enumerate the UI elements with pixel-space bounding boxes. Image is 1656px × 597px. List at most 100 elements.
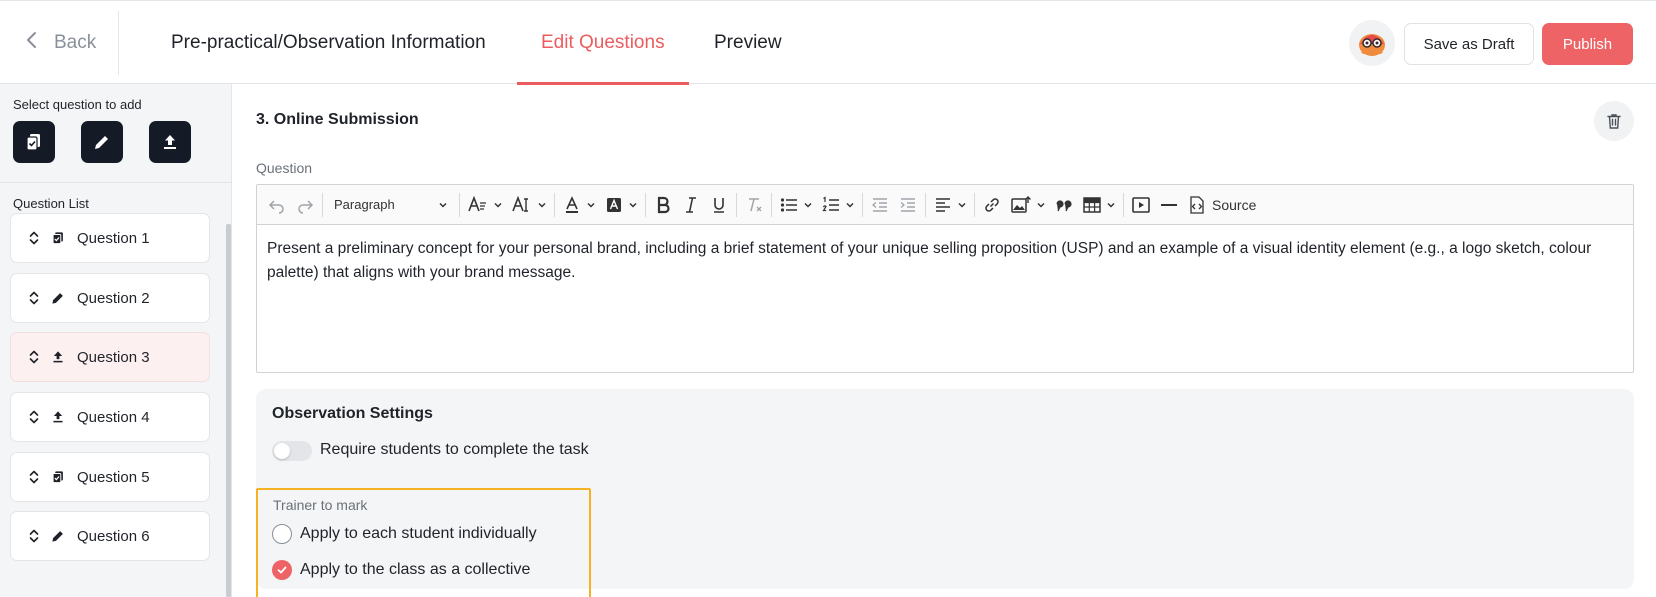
question-list-item[interactable]: Question 1 bbox=[10, 213, 210, 263]
editor-toolbar: Paragraph Source bbox=[257, 185, 1633, 225]
background-color-dropdown[interactable] bbox=[600, 190, 642, 220]
header-divider bbox=[118, 11, 119, 75]
observation-settings-panel: Observation Settings Require students to… bbox=[256, 389, 1634, 597]
clipboard-check-icon bbox=[51, 470, 65, 484]
text-align-dropdown[interactable] bbox=[929, 190, 971, 220]
avatar[interactable] bbox=[1349, 20, 1395, 66]
drag-handle-icon[interactable] bbox=[27, 348, 41, 366]
insert-table-dropdown[interactable] bbox=[1078, 190, 1120, 220]
tab-pre-practical-information[interactable]: Pre-practical/Observation Information bbox=[171, 1, 486, 84]
question-list-label: Question 4 bbox=[77, 408, 150, 426]
chevron-down-icon bbox=[1037, 202, 1045, 208]
chevron-down-icon bbox=[587, 202, 595, 208]
drag-handle-icon[interactable] bbox=[27, 468, 41, 486]
back-button[interactable]: Back bbox=[22, 27, 96, 59]
numbered-list-icon bbox=[822, 195, 839, 211]
sidebar-divider bbox=[0, 182, 231, 183]
question-list-item[interactable]: Question 3 bbox=[10, 332, 210, 382]
undo-button[interactable] bbox=[263, 190, 291, 220]
indent-icon bbox=[900, 197, 915, 212]
toolbar-divider bbox=[771, 192, 772, 217]
redo-button[interactable] bbox=[291, 190, 319, 220]
bulleted-list-dropdown[interactable] bbox=[775, 190, 817, 220]
chevron-down-icon bbox=[439, 202, 447, 208]
delete-question-button[interactable] bbox=[1594, 101, 1634, 141]
question-list-item[interactable]: Question 5 bbox=[10, 452, 210, 502]
pencil-icon bbox=[95, 136, 108, 149]
mascot-avatar-icon bbox=[1359, 34, 1385, 56]
question-list-item[interactable]: Question 6 bbox=[10, 511, 210, 561]
question-list-item[interactable]: Question 2 bbox=[10, 273, 210, 323]
save-as-draft-button[interactable]: Save as Draft bbox=[1404, 23, 1534, 65]
drag-handle-icon[interactable] bbox=[27, 527, 41, 545]
align-left-icon bbox=[936, 197, 950, 212]
font-family-icon bbox=[512, 195, 528, 212]
underline-button[interactable] bbox=[705, 190, 733, 220]
question-title: 3. Online Submission bbox=[256, 111, 419, 128]
chevron-down-icon bbox=[629, 202, 637, 208]
source-code-icon bbox=[1190, 195, 1204, 214]
font-size-dropdown[interactable] bbox=[463, 190, 507, 220]
font-family-dropdown[interactable] bbox=[507, 190, 551, 220]
outdent-button[interactable] bbox=[866, 190, 894, 220]
chevron-down-icon bbox=[846, 202, 854, 208]
trainer-to-mark-label: Trainer to mark bbox=[273, 497, 368, 513]
bold-button[interactable] bbox=[649, 190, 677, 220]
drag-handle-icon[interactable] bbox=[27, 408, 41, 426]
require-completion-toggle[interactable] bbox=[272, 441, 312, 461]
remove-format-icon bbox=[749, 197, 762, 211]
italic-button[interactable] bbox=[677, 190, 705, 220]
tab-edit-questions[interactable]: Edit Questions bbox=[517, 1, 689, 85]
pencil-icon bbox=[51, 291, 65, 305]
horizontal-line-button[interactable] bbox=[1155, 190, 1183, 220]
sidebar-scrollbar[interactable] bbox=[226, 224, 231, 597]
upload-icon bbox=[164, 135, 176, 149]
question-list-label: Question 5 bbox=[77, 468, 150, 486]
chevron-down-icon bbox=[494, 202, 502, 208]
tab-preview[interactable]: Preview bbox=[714, 1, 782, 84]
toolbar-divider bbox=[736, 192, 737, 217]
drag-handle-icon[interactable] bbox=[27, 289, 41, 307]
insert-image-dropdown[interactable] bbox=[1006, 190, 1050, 220]
block-quote-button[interactable] bbox=[1050, 190, 1078, 220]
image-upload-icon bbox=[1011, 195, 1031, 213]
chevron-down-icon bbox=[1107, 202, 1115, 208]
numbered-list-dropdown[interactable] bbox=[817, 190, 859, 220]
underline-icon bbox=[714, 197, 724, 213]
toolbar-divider bbox=[459, 192, 460, 217]
insert-link-button[interactable] bbox=[978, 190, 1006, 220]
toggle-knob bbox=[274, 443, 290, 459]
mark-individually-option[interactable]: Apply to each student individually bbox=[272, 524, 537, 544]
toolbar-divider bbox=[554, 192, 555, 217]
top-header: Back Pre-practical/Observation Informati… bbox=[0, 0, 1656, 85]
insert-media-button[interactable] bbox=[1127, 190, 1155, 220]
mark-collectively-option[interactable]: Apply to the class as a collective bbox=[272, 560, 530, 580]
paragraph-style-dropdown[interactable]: Paragraph bbox=[326, 190, 456, 220]
add-online-submission-button[interactable] bbox=[149, 121, 191, 163]
require-completion-label: Require students to complete the task bbox=[320, 441, 589, 458]
clipboard-check-icon bbox=[26, 134, 40, 151]
remove-format-button[interactable] bbox=[740, 190, 768, 220]
radio-checked[interactable] bbox=[272, 560, 292, 580]
drag-handle-icon[interactable] bbox=[27, 229, 41, 247]
question-list-label: Question 3 bbox=[77, 348, 150, 366]
font-color-dropdown[interactable] bbox=[558, 190, 600, 220]
question-text-editor[interactable]: Present a preliminary concept for your p… bbox=[267, 237, 1617, 285]
question-list-item[interactable]: Question 4 bbox=[10, 392, 210, 442]
indent-button[interactable] bbox=[894, 190, 922, 220]
add-written-question-button[interactable] bbox=[81, 121, 123, 163]
font-size-icon bbox=[468, 195, 486, 211]
source-button[interactable]: Source bbox=[1183, 190, 1260, 220]
publish-button[interactable]: Publish bbox=[1542, 23, 1633, 65]
chevron-down-icon bbox=[958, 202, 966, 208]
question-field-label: Question bbox=[256, 160, 313, 176]
radio-unchecked[interactable] bbox=[272, 524, 292, 544]
add-multiple-choice-button[interactable] bbox=[13, 121, 55, 163]
clipboard-check-icon bbox=[51, 231, 65, 245]
bulleted-list-icon bbox=[780, 197, 797, 212]
toolbar-divider bbox=[974, 192, 975, 217]
source-label: Source bbox=[1212, 196, 1257, 213]
back-label: Back bbox=[54, 32, 97, 53]
question-list-label: Question 6 bbox=[77, 527, 150, 545]
horizontal-line-icon bbox=[1161, 203, 1177, 206]
